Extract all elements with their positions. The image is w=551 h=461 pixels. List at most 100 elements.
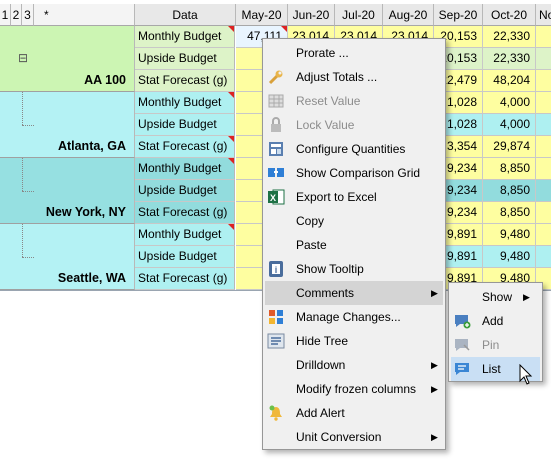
grid-cell[interactable]: 22,330: [483, 48, 536, 70]
level-button-3[interactable]: 3: [22, 4, 34, 26]
grid-cell[interactable]: 9,480: [483, 246, 536, 268]
menu-item-prorate[interactable]: Prorate ...: [265, 41, 443, 65]
grid-cell[interactable]: 8,850: [483, 180, 536, 202]
grid-cell[interactable]: 8,850: [483, 202, 536, 224]
menu-item-unit-conversion[interactable]: Unit Conversion ▶: [265, 425, 443, 449]
grid-cell[interactable]: 4,000: [483, 92, 536, 114]
row-label[interactable]: Monthly Budget: [135, 26, 235, 48]
menu-item-label: Show Comparison Grid: [296, 166, 421, 180]
row-label[interactable]: Upside Budget: [135, 180, 235, 202]
menu-item-label: Comments: [296, 286, 355, 300]
grid-cell[interactable]: 29,874: [483, 136, 536, 158]
pin-comment-icon: [453, 336, 471, 354]
grid-cell[interactable]: 8,850: [483, 158, 536, 180]
column-header-data[interactable]: Data: [135, 4, 236, 26]
grid-cell[interactable]: [536, 70, 551, 92]
reset-grid-icon: [267, 92, 285, 110]
menu-item-hide-tree[interactable]: Hide Tree: [265, 329, 443, 353]
menu-item-show-tooltip[interactable]: i Show Tooltip: [265, 257, 443, 281]
menu-item-modify-frozen-columns[interactable]: Modify frozen columns ▶: [265, 377, 443, 401]
wrench-icon: [267, 68, 285, 86]
level-button-1[interactable]: 1: [0, 4, 11, 26]
collapse-toggle-icon[interactable]: ⊟: [18, 51, 28, 65]
menu-item-adjust-totals[interactable]: Adjust Totals ...: [265, 65, 443, 89]
grid-cell[interactable]: 9,480: [483, 224, 536, 246]
menu-item-add-alert[interactable]: Add Alert: [265, 401, 443, 425]
grid-cell[interactable]: [536, 26, 551, 48]
row-label[interactable]: Upside Budget: [135, 114, 235, 136]
menu-item-show[interactable]: Show ▶: [451, 285, 540, 309]
column-header-may-20[interactable]: May-20: [236, 4, 288, 26]
add-comment-icon: [453, 312, 471, 330]
group-name-aa-100: AA 100: [84, 73, 126, 87]
menu-item-pin[interactable]: Pin: [451, 333, 540, 357]
column-header-aug-20[interactable]: Aug-20: [383, 4, 434, 26]
menu-item-copy[interactable]: Copy: [265, 209, 443, 233]
menu-item-label: Drilldown: [296, 358, 346, 372]
svg-text:X: X: [270, 193, 276, 203]
grid-cell[interactable]: [536, 224, 551, 246]
menu-item-label: Manage Changes...: [296, 310, 401, 324]
row-label[interactable]: Stat Forecast (g): [135, 268, 235, 290]
bell-icon: [267, 404, 285, 422]
menu-item-label: Pin: [482, 338, 500, 352]
list-comment-icon: [453, 360, 471, 378]
menu-item-label: Lock Value: [296, 118, 355, 132]
menu-item-manage-changes[interactable]: Manage Changes...: [265, 305, 443, 329]
menu-item-label: Prorate ...: [296, 46, 349, 60]
grid-cell[interactable]: [536, 114, 551, 136]
menu-item-export-to-excel[interactable]: X Export to Excel: [265, 185, 443, 209]
grid-cell[interactable]: 22,330: [483, 26, 536, 48]
grid-cell[interactable]: [536, 202, 551, 224]
grid-cell[interactable]: [536, 246, 551, 268]
grid-cell[interactable]: 48,204: [483, 70, 536, 92]
grid-cell[interactable]: [536, 180, 551, 202]
menu-item-show-comparison-grid[interactable]: Show Comparison Grid: [265, 161, 443, 185]
lock-icon: [267, 116, 285, 134]
row-label[interactable]: Monthly Budget: [135, 92, 235, 114]
group-name-atlanta: Atlanta, GA: [57, 139, 126, 153]
grid-cell[interactable]: [536, 136, 551, 158]
column-header-jun-20[interactable]: Jun-20: [288, 4, 335, 26]
level-button-all[interactable]: *: [34, 4, 135, 26]
submenu-arrow-icon: ▶: [431, 384, 438, 394]
menu-item-configure-quantities[interactable]: Configure Quantities: [265, 137, 443, 161]
comparison-icon: [267, 164, 285, 182]
menu-item-lock-value[interactable]: Lock Value: [265, 113, 443, 137]
excel-icon: X: [267, 188, 285, 206]
row-label[interactable]: Stat Forecast (g): [135, 136, 235, 158]
menu-item-label: Hide Tree: [296, 334, 349, 348]
row-label[interactable]: Upside Budget: [135, 48, 235, 70]
row-label[interactable]: Stat Forecast (g): [135, 202, 235, 224]
menu-item-label: Paste: [296, 238, 327, 252]
grid-cell[interactable]: [536, 92, 551, 114]
group-atlanta: Atlanta, GA: [0, 92, 135, 158]
grid-cell[interactable]: [536, 48, 551, 70]
menu-item-label: Show: [482, 290, 513, 304]
menu-item-paste[interactable]: Paste: [265, 233, 443, 257]
column-header-sep-20[interactable]: Sep-20: [434, 4, 483, 26]
menu-item-label: Modify frozen columns: [296, 382, 417, 396]
grid-cell[interactable]: 4,000: [483, 114, 536, 136]
row-label[interactable]: Monthly Budget: [135, 158, 235, 180]
row-label[interactable]: Monthly Budget: [135, 224, 235, 246]
column-header-oct-20[interactable]: Oct-20: [483, 4, 536, 26]
menu-item-label: Export to Excel: [296, 190, 377, 204]
group-aa-100: ⊟ AA 100: [0, 26, 135, 92]
submenu-arrow-icon: ▶: [431, 432, 438, 442]
menu-item-reset-value[interactable]: Reset Value: [265, 89, 443, 113]
column-header-nov-20[interactable]: No: [536, 4, 551, 26]
svg-text:i: i: [275, 265, 278, 275]
mouse-cursor-icon: [519, 364, 533, 385]
column-header-jul-20[interactable]: Jul-20: [335, 4, 383, 26]
manage-changes-icon: [267, 308, 285, 326]
submenu-arrow-icon: ▶: [431, 288, 438, 298]
menu-item-add[interactable]: Add: [451, 309, 540, 333]
row-label[interactable]: Stat Forecast (g): [135, 70, 235, 92]
level-button-2[interactable]: 2: [11, 4, 22, 26]
grid-cell[interactable]: [536, 158, 551, 180]
row-label[interactable]: Upside Budget: [135, 246, 235, 268]
menu-item-drilldown[interactable]: Drilldown ▶: [265, 353, 443, 377]
menu-item-comments[interactable]: Comments ▶: [265, 281, 443, 305]
menu-item-label: Reset Value: [296, 94, 361, 108]
